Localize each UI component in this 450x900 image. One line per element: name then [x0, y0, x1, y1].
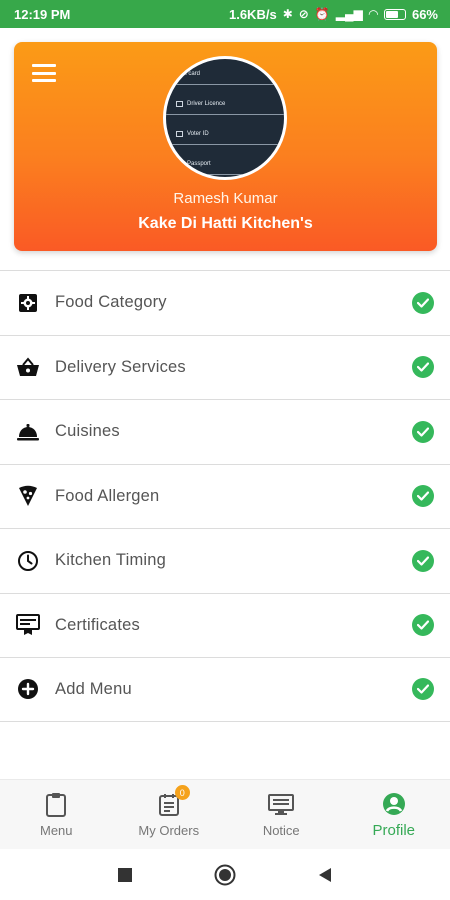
menu-item-label: Certificates [55, 615, 140, 634]
menu-item-label: Add Menu [55, 679, 132, 698]
menu-item-kitchen-timing[interactable]: Kitchen Timing [0, 528, 450, 593]
profile-header-card: Pan card Driver Licence Voter ID Passpor… [14, 42, 437, 251]
back-button[interactable] [313, 863, 337, 887]
kitchen-name: Kake Di Hatti Kitchen's [138, 215, 313, 232]
menu-item-add-menu[interactable]: Add Menu [0, 657, 450, 722]
settings-menu-list: Food Category Delivery Services Cuisines… [0, 270, 450, 722]
nav-item-my-orders[interactable]: 0 My Orders [113, 780, 226, 849]
nav-item-menu[interactable]: Menu [0, 780, 113, 849]
menu-item-label: Cuisines [55, 422, 120, 441]
check-circle-icon [412, 356, 434, 379]
pizza-slice-icon [16, 484, 40, 508]
menu-item-cuisines[interactable]: Cuisines [0, 399, 450, 464]
nav-label: Profile [372, 822, 416, 839]
avatar[interactable]: Pan card Driver Licence Voter ID Passpor… [163, 56, 287, 180]
avatar-row: Pan card [166, 63, 284, 85]
battery-percent: 66% [411, 6, 438, 22]
status-bar: 12:19 PM 1.6KB/s ✱ ⊘ ⏰ ▂▄▆ ◠ 66% [0, 0, 450, 28]
battery-icon [383, 8, 406, 20]
menu-item-food-category[interactable]: Food Category [0, 270, 450, 335]
menu-item-label: Kitchen Timing [55, 551, 167, 570]
status-time: 12:19 PM [14, 6, 71, 22]
certificate-icon [16, 613, 40, 637]
avatar-row: Driver Licence [166, 93, 284, 115]
menu-item-certificates[interactable]: Certificates [0, 592, 450, 657]
status-icons: 1.6KB/s ✱ ⊘ ⏰ ▂▄▆ ◠ 66% [229, 7, 438, 22]
menu-item-label: Food Allergen [55, 486, 160, 505]
nav-label: My Orders [138, 823, 200, 838]
nav-label: Notice [262, 823, 300, 838]
bottom-navigation: Menu 0 My Orders Notice Profile [0, 779, 450, 849]
clipboard-icon [45, 791, 67, 819]
avatar-row: Voter ID [166, 123, 284, 145]
home-button[interactable] [213, 863, 237, 887]
nav-item-profile[interactable]: Profile [338, 780, 450, 849]
avatar-row: Passport [166, 153, 284, 175]
check-circle-icon [412, 291, 434, 314]
add-circle-icon [16, 677, 40, 701]
menu-item-delivery-services[interactable]: Delivery Services [0, 334, 450, 399]
check-circle-icon [412, 485, 434, 508]
orders-icon: 0 [158, 785, 190, 819]
profile-name: Ramesh Kumar [173, 190, 278, 207]
check-circle-icon [412, 678, 434, 701]
food-category-icon [16, 291, 40, 315]
check-circle-icon [412, 549, 434, 572]
nav-item-notice[interactable]: Notice [225, 780, 338, 849]
nav-label: Menu [39, 823, 73, 838]
mute-icon: ⊘ [298, 7, 309, 21]
notice-icon [268, 791, 295, 819]
bluetooth-icon: ✱ [282, 7, 293, 21]
hamburger-menu-icon[interactable] [32, 64, 56, 82]
basket-icon [16, 355, 40, 379]
wifi-icon: ◠ [368, 7, 378, 21]
orders-badge: 0 [174, 785, 190, 800]
cloche-icon [16, 420, 40, 444]
signal-icon: ▂▄▆ [335, 7, 363, 21]
profile-icon [382, 790, 406, 818]
alarm-icon: ⏰ [314, 7, 330, 21]
system-navigation-bar [0, 849, 450, 900]
menu-item-label: Delivery Services [55, 357, 186, 376]
network-speed: 1.6KB/s [228, 6, 277, 22]
check-circle-icon [412, 614, 434, 637]
recents-button[interactable] [113, 863, 137, 887]
clock-icon [16, 549, 40, 573]
menu-item-label: Food Category [55, 293, 167, 312]
menu-item-food-allergen[interactable]: Food Allergen [0, 463, 450, 528]
check-circle-icon [412, 420, 434, 443]
